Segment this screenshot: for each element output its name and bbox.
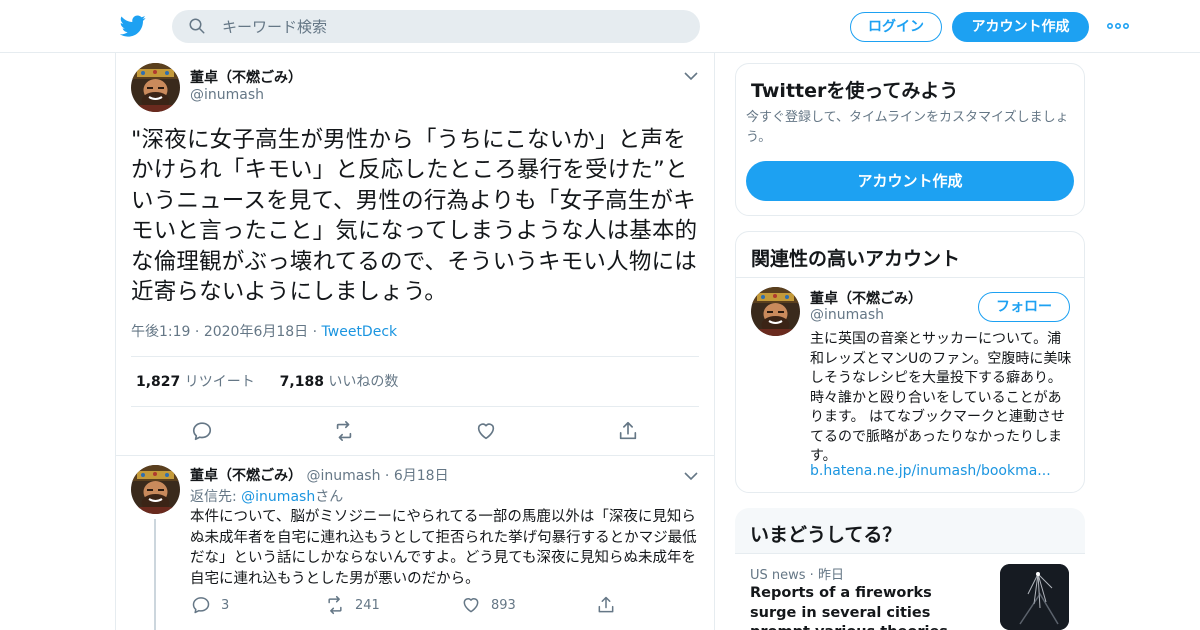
reply-to-prefix: 返信先: — [190, 489, 242, 505]
suggested-handle[interactable]: @inumash — [810, 307, 884, 323]
signup-card: Twitterを使ってみよう 今すぐ登録して、タイムラインをカスタマイズしましょ… — [735, 63, 1085, 216]
tweet-column: 董卓（不燃ごみ） @inumash "深夜に女子高生が男性から「うちにこないか」… — [115, 53, 715, 630]
like-count: 7,188 — [279, 374, 324, 390]
suggested-name[interactable]: 董卓（不燃ごみ） — [810, 288, 922, 308]
divider — [116, 455, 714, 456]
like-count: 893 — [491, 597, 516, 613]
author-handle[interactable]: @inumash — [190, 87, 264, 103]
tweet-time[interactable]: 午後1:19 — [131, 324, 190, 340]
news-meta: US news · 昨日 — [750, 568, 844, 583]
signup-card-button[interactable]: アカウント作成 — [746, 161, 1074, 201]
avatar[interactable] — [131, 63, 180, 112]
reply-to-suffix: さん — [315, 489, 344, 505]
divider — [131, 356, 699, 357]
retweet-icon[interactable] — [333, 420, 355, 442]
thread-line — [154, 519, 156, 630]
follow-button[interactable]: フォロー — [978, 292, 1070, 322]
share-button[interactable] — [596, 595, 616, 615]
tweet-stats: 1,827 リツイート 7,188 いいねの数 — [136, 371, 398, 391]
news-category: US news — [750, 568, 806, 583]
retweet-count: 241 — [355, 597, 380, 613]
signup-card-title: Twitterを使ってみよう — [751, 80, 959, 102]
twitter-logo-icon[interactable] — [120, 13, 146, 39]
reply-author-name[interactable]: 董卓（不燃ごみ） — [190, 468, 302, 484]
top-bar: ログイン アカウント作成 — [0, 0, 1200, 53]
fireworks-image — [1000, 564, 1069, 630]
like-icon[interactable] — [475, 420, 497, 442]
search-box[interactable] — [172, 10, 700, 43]
avatar[interactable] — [751, 287, 800, 336]
reply-to-handle[interactable]: @inumash — [241, 489, 315, 505]
whats-happening-card: いまどうしてる？ US news · 昨日 Reports of a firew… — [735, 508, 1085, 630]
like-button[interactable]: 893 — [461, 595, 516, 615]
retweet-button[interactable]: 241 — [325, 595, 380, 615]
tweet-text: "深夜に女子高生が男性から「うちにこないか」と声をかけられ「キモい」と反応したと… — [131, 127, 698, 306]
related-card-title: 関連性の高いアカウント — [751, 248, 961, 270]
retweet-count-link[interactable]: 1,827 リツイート — [136, 374, 255, 390]
news-headline: Reports of a fireworks surge in several … — [750, 585, 948, 630]
tweet-source[interactable]: TweetDeck — [322, 324, 398, 340]
news-item[interactable]: US news · 昨日 Reports of a fireworks surg… — [735, 554, 1085, 630]
retweet-count: 1,827 — [136, 374, 181, 390]
tweet-meta: 午後1:19 · 2020年6月18日 · TweetDeck — [131, 324, 398, 340]
more-icon[interactable] — [1106, 16, 1130, 36]
like-icon — [463, 598, 479, 613]
suggested-link[interactable]: b.hatena.ne.jp/inumash/bookma... — [810, 463, 1051, 479]
trends-card-title: いまどうしてる？ — [750, 524, 902, 546]
share-icon[interactable] — [617, 420, 639, 442]
reply-count: 3 — [221, 597, 230, 613]
author-name[interactable]: 董卓（不燃ごみ） — [190, 67, 302, 87]
like-count-link[interactable]: 7,188 いいねの数 — [280, 374, 399, 390]
chevron-down-icon[interactable] — [684, 471, 698, 481]
chevron-down-icon[interactable] — [684, 71, 698, 81]
signup-card-desc: 今すぐ登録して、タイムラインをカスタマイズしましょう。 — [746, 110, 1069, 145]
reply-date[interactable]: 6月18日 — [394, 468, 449, 484]
share-icon — [598, 596, 614, 613]
signup-button[interactable]: アカウント作成 — [952, 12, 1089, 42]
retweet-icon — [328, 595, 342, 615]
related-accounts-card: 関連性の高いアカウント 董卓（不燃ごみ） @inumash フォロー 主に英国の… — [735, 231, 1085, 493]
avatar-image — [131, 465, 180, 514]
reply-icon — [192, 597, 210, 614]
reply-author-handle[interactable]: @inumash — [306, 468, 380, 484]
search-icon — [189, 18, 205, 34]
avatar-image — [751, 287, 800, 336]
reply-button[interactable]: 3 — [191, 595, 229, 615]
avatar[interactable] — [131, 465, 180, 514]
news-thumbnail — [1000, 564, 1069, 630]
retweet-label: リツイート — [184, 374, 255, 390]
news-when: 昨日 — [817, 568, 844, 583]
suggested-bio: 主に英国の音楽とサッカーについて。浦和レッズとマンUのファン。空腹時に美味しそう… — [810, 331, 1072, 464]
reply-to: 返信先: @inumashさん — [190, 486, 343, 506]
reply-icon[interactable] — [191, 420, 213, 442]
reply-header: 董卓（不燃ごみ） @inumash · 6月18日 — [190, 468, 449, 484]
avatar-image — [131, 63, 180, 112]
like-label: いいねの数 — [328, 374, 399, 390]
reply-text: 本件について、脳がミソジニーにやられてる一部の馬鹿以外は「深夜に見知らぬ未成年者… — [190, 509, 697, 587]
divider — [736, 277, 1084, 278]
tweet-date[interactable]: 2020年6月18日 — [204, 324, 308, 340]
login-button[interactable]: ログイン — [850, 12, 942, 42]
search-input[interactable] — [222, 10, 682, 43]
divider — [131, 406, 699, 407]
